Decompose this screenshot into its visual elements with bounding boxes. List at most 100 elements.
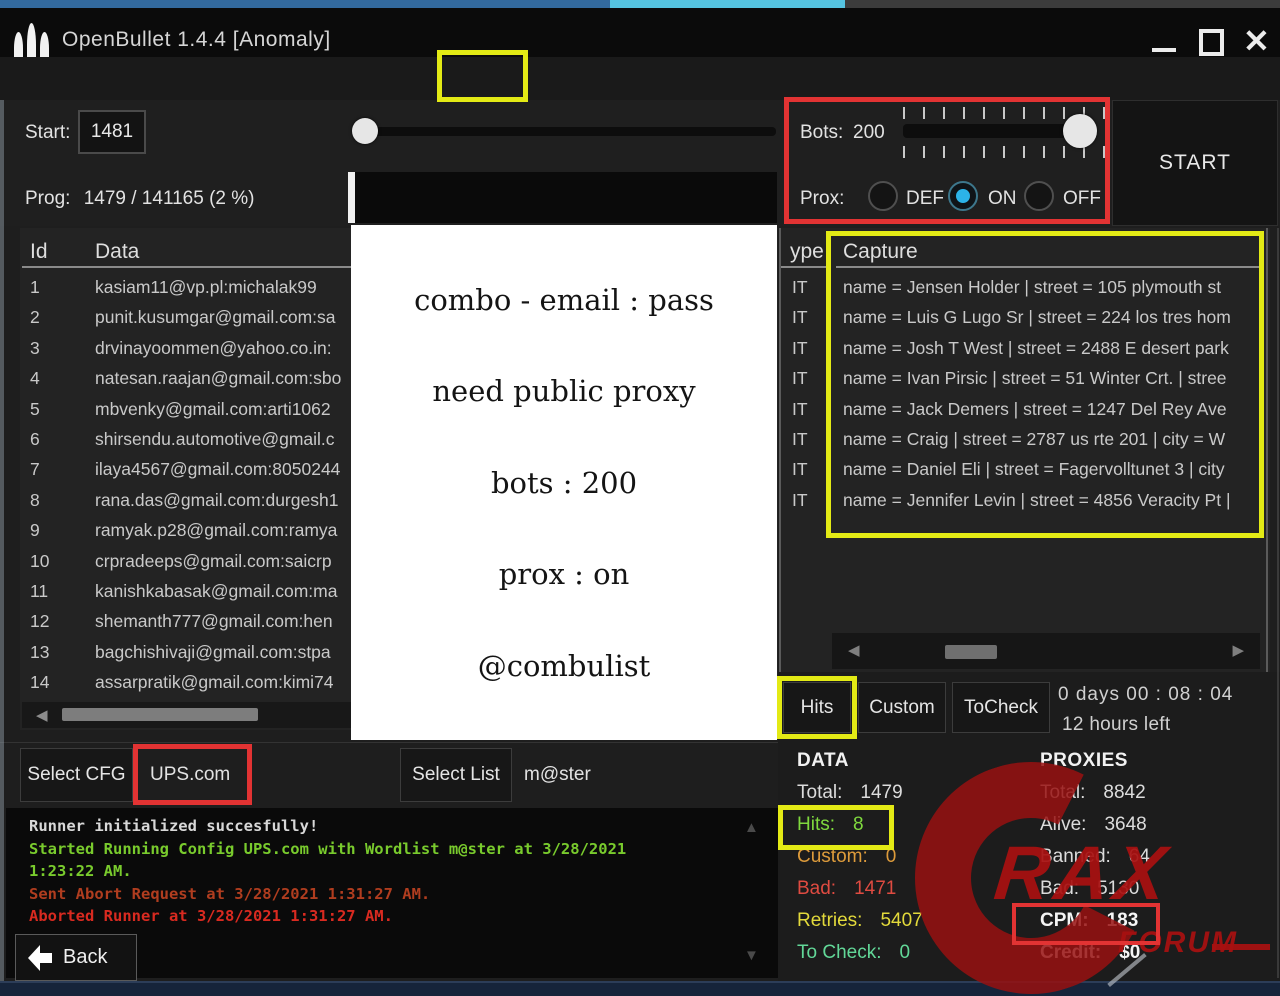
capture-row[interactable]: name = Jack Demers | street = 1247 Del R…	[843, 394, 1258, 424]
capture-row[interactable]: name = Jensen Holder | street = 105 plym…	[843, 272, 1258, 302]
tab-hits[interactable]: Hits	[783, 682, 851, 733]
capture-row[interactable]: name = Josh T West | street = 2488 E des…	[843, 333, 1258, 363]
cfg-value[interactable]: UPS.com	[150, 764, 230, 786]
row-id: 11	[30, 580, 49, 601]
bots-slider[interactable]	[903, 124, 1075, 138]
row-id: 5	[30, 398, 40, 419]
row-data: ilaya4567@gmail.com:8050244	[95, 459, 341, 480]
prox-def-label[interactable]: DEF	[906, 188, 944, 210]
capture-vscrollbar[interactable]	[1266, 228, 1268, 672]
table-hscroll-thumb[interactable]	[62, 708, 258, 721]
prox-off-label[interactable]: OFF	[1063, 188, 1101, 210]
row-id: 2	[30, 307, 40, 328]
prox-off-radio[interactable]	[1024, 181, 1054, 211]
bots-slider-thumb[interactable]	[1063, 114, 1097, 148]
progress-fill	[348, 172, 355, 223]
row-id: 4	[30, 368, 40, 389]
row-id: 7	[30, 459, 40, 480]
header-divider	[836, 266, 1260, 268]
prox-on-radio[interactable]	[948, 181, 978, 211]
prog-caption: Prog:	[25, 188, 71, 209]
prox-on-label[interactable]: ON	[988, 188, 1017, 210]
capture-row[interactable]: name = Ivan Pirsic | street = 51 Winter …	[843, 363, 1258, 393]
row-id: 1	[30, 277, 40, 297]
log-line: Sent Abort Request at 3/28/2021 1:31:27 …	[29, 884, 431, 903]
proxies-panel-title: PROXIES	[1040, 750, 1128, 771]
scroll-down-icon[interactable]: ▼	[744, 948, 759, 963]
start-button[interactable]: START	[1112, 100, 1278, 226]
capture-row[interactable]: name = Craig | street = 2787 us rte 201 …	[843, 424, 1258, 454]
maximize-icon[interactable]	[1199, 29, 1224, 56]
row-data: assarpratik@gmail.com:kimi74	[95, 672, 334, 693]
back-label: Back	[63, 946, 108, 968]
start-slider-thumb[interactable]	[352, 118, 378, 144]
type-column-divider	[779, 228, 781, 672]
scroll-up-icon[interactable]: ▲	[744, 820, 759, 835]
top-border-cyan	[610, 0, 845, 8]
log-line: 1:23:22 AM.	[29, 862, 132, 880]
capture-row[interactable]: name = Daniel Eli | street = Fagervolltu…	[843, 454, 1258, 484]
overlay-line: bots : 200	[490, 465, 638, 500]
hit-type: IT	[792, 368, 808, 389]
row-data: rana.das@gmail.com:durgesh1	[95, 489, 339, 510]
hit-type: IT	[792, 429, 808, 450]
select-list-button[interactable]: Select List	[400, 748, 512, 802]
title-bar: OpenBullet 1.4.4 [Anomaly] ✕	[0, 8, 1280, 60]
scroll-left-icon[interactable]: ◀	[848, 643, 860, 658]
window-title: OpenBullet 1.4.4 [Anomaly]	[62, 28, 331, 51]
row-data: natesan.raajan@gmail.com:sbo	[95, 368, 342, 389]
column-header-type: ype	[790, 240, 824, 263]
select-cfg-button[interactable]: Select CFG	[20, 748, 133, 802]
hit-type: IT	[792, 307, 808, 328]
openbullet-logo-icon	[14, 21, 49, 59]
close-icon[interactable]: ✕	[1243, 22, 1270, 60]
scroll-right-icon[interactable]: ▶	[1232, 643, 1244, 658]
stat-proxy-bad: Bad: 5130	[1040, 878, 1140, 899]
start-position-input[interactable]	[78, 110, 146, 154]
hit-type: IT	[792, 277, 808, 297]
row-data: crpradeeps@gmail.com:saicrp	[95, 550, 332, 571]
scroll-left-icon[interactable]: ◀	[36, 708, 48, 723]
capture-row[interactable]: name = Luis G Lugo Sr | street = 224 los…	[843, 302, 1258, 332]
top-border-gray	[845, 0, 1280, 8]
window-bottom-edge	[0, 981, 1280, 996]
data-stats: Total: 1479 Hits: 8 Custom: 0 Bad: 1471 Retr…	[797, 782, 923, 974]
log-line: Runner initialized succesfully!	[29, 817, 319, 835]
stat-retries: Retries: 5407	[797, 910, 923, 931]
prox-def-radio[interactable]	[868, 181, 898, 211]
stat-tocheck: To Check: 0	[797, 942, 911, 963]
minimize-icon[interactable]	[1152, 48, 1176, 52]
window-left-edge	[0, 100, 4, 981]
overlay-line: combo - email : pass	[414, 282, 714, 317]
bots-label: Bots:	[800, 122, 844, 143]
start-slider[interactable]	[352, 127, 776, 136]
type-column: ype IT IT IT IT IT IT IT IT	[779, 228, 828, 672]
row-id: 12	[30, 611, 50, 632]
hit-type: IT	[792, 489, 808, 510]
capture-row[interactable]: name = Jennifer Levin | street = 4856 Ve…	[843, 485, 1258, 515]
row-id: 9	[30, 520, 40, 541]
hit-type: IT	[792, 459, 808, 480]
stat-bad: Bad: 1471	[797, 878, 897, 899]
row-id: 14	[30, 672, 50, 693]
back-button[interactable]: Back	[15, 934, 137, 981]
capture-hscrollbar[interactable]: ◀ ▶	[832, 633, 1260, 669]
bots-slider-ticks-bottom	[903, 146, 1105, 158]
progress-label: Prog: 1479 / 141165 (2 %)	[25, 188, 254, 210]
menu-bar: Runner Proxies Wordlists Configs Hits DB…	[0, 57, 1280, 149]
row-data: kanishkabasak@gmail.com:ma	[95, 580, 338, 601]
tab-tocheck[interactable]: ToCheck	[952, 682, 1050, 733]
list-value[interactable]: m@ster	[524, 764, 591, 786]
log-line: Started Running Config UPS.com with Word…	[29, 839, 627, 858]
prog-value: 1479 / 141165 (2 %)	[83, 188, 255, 209]
time-remaining: 12 hours left	[1062, 714, 1171, 735]
stat-proxy-banned: Banned: 64	[1040, 846, 1150, 867]
column-header-id: Id	[30, 240, 48, 263]
capture-hscroll-thumb[interactable]	[945, 645, 997, 659]
row-id: 13	[30, 641, 50, 662]
data-panel-title: DATA	[797, 750, 849, 771]
stat-proxy-total: Total: 8842	[1040, 782, 1146, 803]
tab-custom[interactable]: Custom	[858, 682, 946, 733]
stat-total: Total: 1479	[797, 782, 903, 803]
capture-rows: name = Jensen Holder | street = 105 plym…	[843, 272, 1258, 515]
